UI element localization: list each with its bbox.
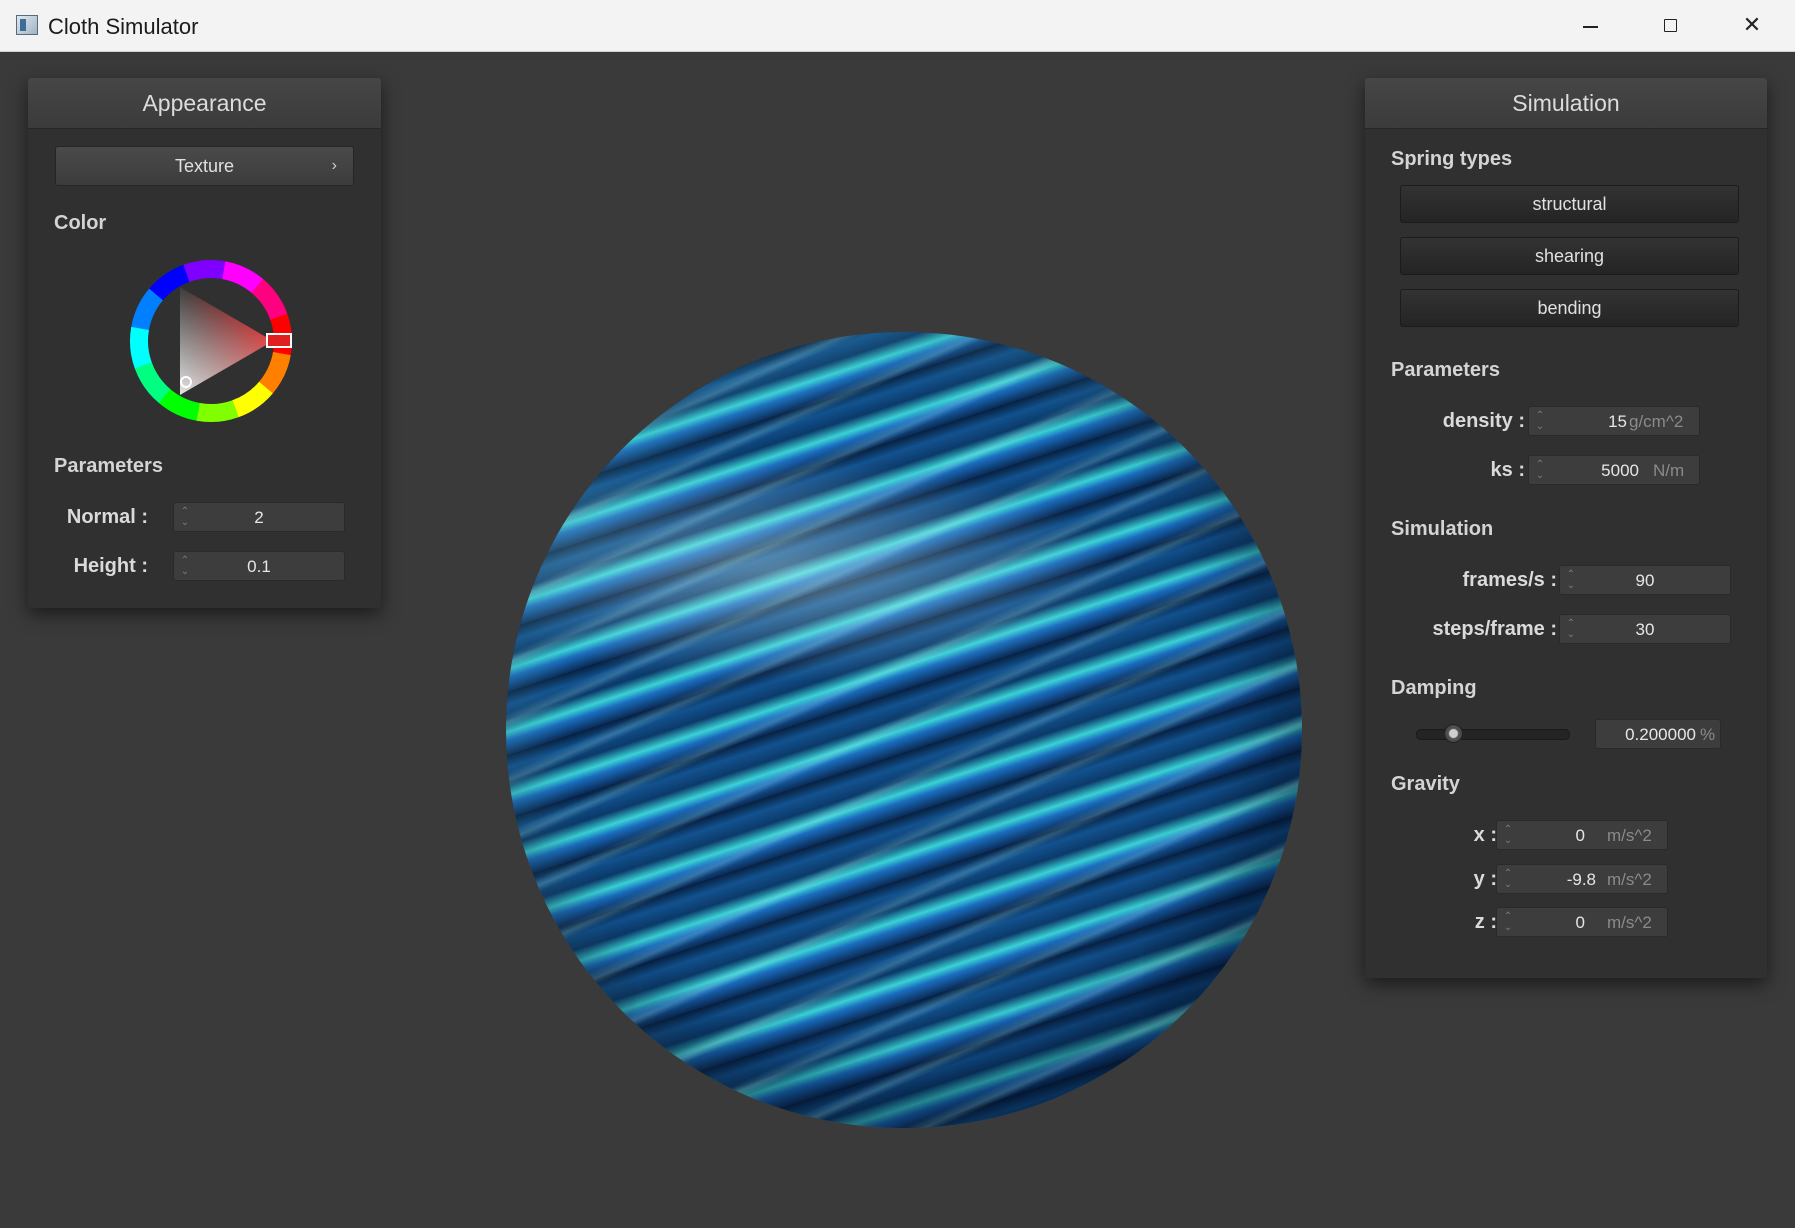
gravity-y-unit: m/s^2 [1607,870,1652,889]
gravity-z-input[interactable]: ⌃ ⌄ 0 m/s^2 [1496,907,1668,937]
ks-label: ks : [1490,459,1525,481]
damping-value: 0.200000 [1625,725,1696,744]
maximize-icon [1664,19,1677,32]
gravity-y-input[interactable]: ⌃ ⌄ -9.8 m/s^2 [1496,864,1668,894]
damping-label: Damping [1391,677,1477,699]
fps-value: 90 [1635,571,1655,590]
height-value: 0.1 [247,557,271,576]
height-input[interactable]: ⌃ ⌄ 0.1 [173,551,345,581]
textured-sphere[interactable] [506,332,1302,1128]
damping-slider-track[interactable] [1416,724,1570,743]
chevron-right-icon: › [331,157,337,174]
color-wheel[interactable] [128,258,294,424]
simulation-section-label: Simulation [1391,518,1494,540]
render-viewport[interactable]: Appearance Texture › Color Parameters No… [0,52,1795,1228]
window-title: Cloth Simulator [48,14,199,39]
spin-arrows-icon[interactable]: ⌃ ⌄ [1566,569,1576,591]
spin-arrows-icon[interactable]: ⌃ ⌄ [1503,824,1513,846]
damping-slider-handle[interactable] [1443,724,1463,743]
structural-button[interactable]: structural [1400,185,1739,223]
fps-input[interactable]: ⌃ ⌄ 90 [1559,565,1731,595]
damping-input[interactable]: 0.200000 % [1595,719,1721,749]
gravity-x-label: x : [1473,824,1497,846]
spin-arrows-icon[interactable]: ⌃ ⌄ [1566,618,1576,640]
steps-value: 30 [1635,620,1655,639]
minimize-icon [1583,26,1598,28]
simulation-header[interactable]: Simulation [1365,78,1767,129]
fps-label: frames/s : [1462,569,1558,591]
appearance-panel: Appearance Texture › Color Parameters No… [28,78,381,608]
hue-selector-handle[interactable] [266,333,292,348]
color-label: Color [54,212,107,234]
steps-input[interactable]: ⌃ ⌄ 30 [1559,614,1731,644]
gravity-y-label: y : [1473,868,1497,890]
gravity-z-unit: m/s^2 [1607,913,1652,932]
spring-types-label: Spring types [1391,148,1513,170]
gravity-x-input[interactable]: ⌃ ⌄ 0 m/s^2 [1496,820,1668,850]
spin-arrows-icon[interactable]: ⌃ ⌄ [1535,459,1545,481]
spin-arrows-icon[interactable]: ⌃ ⌄ [180,555,190,577]
ks-unit: N/m [1653,461,1685,480]
bending-button[interactable]: bending [1400,289,1739,327]
gravity-z-value: 0 [1575,913,1585,932]
gravity-x-value: 0 [1575,826,1585,845]
ks-value: 5000 [1601,461,1639,480]
gravity-z-label: z : [1474,911,1497,933]
close-icon: ✕ [1742,13,1762,38]
normal-label: Normal : [66,506,148,528]
density-unit: g/cm^2 [1629,412,1684,431]
spin-arrows-icon[interactable]: ⌃ ⌄ [180,506,190,528]
simulation-panel: Simulation Spring types structural shear… [1365,78,1767,978]
gravity-y-value: -9.8 [1566,870,1596,889]
height-label: Height : [73,555,148,577]
texture-button[interactable]: Texture › [55,146,354,186]
spin-arrows-icon[interactable]: ⌃ ⌄ [1535,410,1545,432]
spin-arrows-icon[interactable]: ⌃ ⌄ [1503,868,1513,890]
density-label: density : [1442,410,1525,432]
gravity-x-unit: m/s^2 [1607,826,1652,845]
normal-input[interactable]: ⌃ ⌄ 2 [173,502,345,532]
density-input[interactable]: ⌃ ⌄ 15 g/cm^2 [1528,406,1700,436]
gravity-label: Gravity [1391,773,1460,795]
spin-arrows-icon[interactable]: ⌃ ⌄ [1503,911,1513,933]
density-value: 15 [1608,412,1627,431]
shearing-button[interactable]: shearing [1400,237,1739,275]
close-button[interactable]: ✕ [1712,0,1792,52]
damping-unit: % [1700,725,1716,744]
simulation-parameters-label: Parameters [1391,359,1500,381]
maximize-button[interactable] [1631,0,1711,52]
texture-button-label: Texture [174,156,235,176]
title-bar: Cloth Simulator ✕ [0,0,1795,52]
ks-input[interactable]: ⌃ ⌄ 5000 N/m [1528,455,1700,485]
normal-value: 2 [254,508,264,527]
app-icon [16,15,38,35]
steps-label: steps/frame : [1432,618,1558,640]
appearance-parameters-label: Parameters [54,455,163,477]
minimize-button[interactable] [1550,0,1630,52]
appearance-header[interactable]: Appearance [28,78,381,129]
